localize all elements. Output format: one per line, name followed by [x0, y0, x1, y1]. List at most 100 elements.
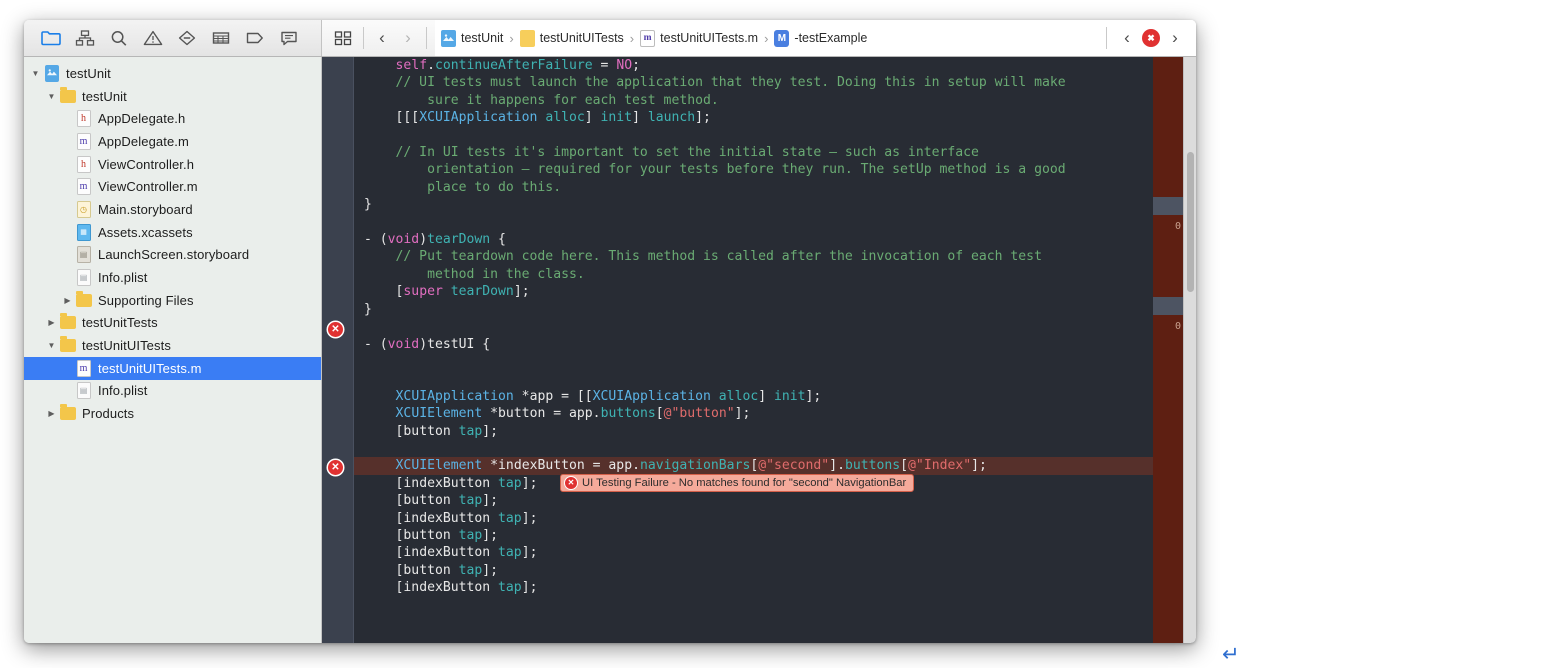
code-area[interactable]: self.continueAfterFailure = NO; // UI te…	[354, 57, 1153, 643]
previous-issue-button[interactable]: ‹	[1114, 25, 1140, 51]
breadcrumb-separator: ›	[764, 30, 769, 46]
editor-gutter[interactable]: ✕ ✕	[322, 57, 354, 643]
navigator-row[interactable]: h ViewController.h	[24, 153, 321, 176]
navigator-row[interactable]: ▤ Info.plist	[24, 380, 321, 403]
source-editor[interactable]: ✕ ✕ self.continueAfterFailure = NO; // U…	[322, 57, 1196, 643]
project-icon	[44, 64, 59, 82]
navigator-row[interactable]: ◷ Main.storyboard	[24, 198, 321, 221]
navigator-row-label: Info.plist	[98, 270, 148, 286]
debug-navigator-icon[interactable]	[204, 24, 238, 52]
launchscreen-icon: ▤	[76, 246, 91, 264]
plist-icon: ▤	[76, 382, 91, 400]
navigator-row-selected[interactable]: m testUnitUITests.m	[24, 356, 321, 380]
navigator-row[interactable]: ▼ testUnitUITests	[24, 334, 321, 357]
navigator-row[interactable]: ▼ testUnit	[24, 85, 321, 108]
navigator-row-label: Supporting Files	[98, 292, 194, 308]
navigator-row[interactable]: ▤ LaunchScreen.storyboard	[24, 244, 321, 267]
breadcrumb-item-method[interactable]: M -testExample	[772, 29, 869, 47]
navigator-row[interactable]: m AppDelegate.m	[24, 130, 321, 153]
change-bar-count: 0	[1174, 221, 1181, 232]
navigator-row[interactable]: ▶ Supporting Files	[24, 289, 321, 312]
source-code[interactable]: self.continueAfterFailure = NO; // UI te…	[354, 57, 1153, 643]
issue-navigator-icon[interactable]	[136, 24, 170, 52]
method-icon: M	[774, 29, 790, 47]
breakpoint-navigator-icon[interactable]	[238, 24, 272, 52]
breadcrumb-item-folder[interactable]: testUnitUITests	[518, 29, 626, 47]
asset-catalog-icon: ▦	[76, 223, 91, 241]
disclosure-triangle-icon[interactable]: ▼	[45, 341, 58, 350]
toolbar-divider	[363, 27, 364, 49]
inline-error-bubble[interactable]: ✕ UI Testing Failure - No matches found …	[560, 474, 915, 492]
change-bar-thumb[interactable]	[1153, 197, 1183, 215]
breadcrumb-label: testUnitUITests	[539, 31, 624, 45]
navigator-row[interactable]: ▼ testUnit	[24, 62, 321, 85]
navigator-row[interactable]: h AppDelegate.h	[24, 107, 321, 130]
project-navigator[interactable]: ▼ testUnit ▼ testUnit h AppDelegate.h m AppDele…	[24, 57, 322, 643]
test-navigator-icon[interactable]	[170, 24, 204, 52]
breadcrumb-separator: ›	[509, 30, 514, 46]
navigator-row[interactable]: ▶ testUnitTests	[24, 312, 321, 335]
navigator-row-label: ViewController.m	[98, 179, 198, 195]
disclosure-triangle-icon[interactable]: ▼	[45, 92, 58, 101]
window-body: ▼ testUnit ▼ testUnit h AppDelegate.h m AppDele…	[24, 57, 1196, 643]
navigator-row-label: Info.plist	[98, 383, 148, 399]
navigator-row-label: Assets.xcassets	[98, 224, 193, 240]
toolbar-divider-2	[426, 27, 427, 49]
navigate-back-button[interactable]: ‹	[369, 25, 395, 51]
navigate-forward-button[interactable]: ›	[395, 25, 421, 51]
navigator-row-label: ViewController.h	[98, 156, 195, 172]
navigator-row-label: AppDelegate.m	[98, 133, 189, 149]
navigator-row-label: testUnitUITests	[82, 338, 171, 354]
change-bar-thumb[interactable]	[1153, 297, 1183, 315]
navigator-toolbar	[24, 20, 322, 56]
navigator-row[interactable]: ▦ Assets.xcassets	[24, 221, 321, 244]
return-key-glyph: ↵	[1222, 643, 1240, 666]
navigator-row-label: AppDelegate.h	[98, 111, 186, 127]
next-issue-button[interactable]: ›	[1162, 25, 1188, 51]
change-bar[interactable]: 0 0	[1153, 57, 1183, 643]
issue-badge-label: ✖	[1147, 32, 1155, 43]
disclosure-triangle-icon[interactable]: ▶	[45, 318, 58, 327]
disclosure-triangle-icon[interactable]: ▶	[45, 409, 58, 418]
project-navigator-list: ▼ testUnit ▼ testUnit h AppDelegate.h m AppDele…	[24, 62, 321, 425]
navigator-row[interactable]: ▶ Products	[24, 402, 321, 425]
toolbar: ‹ › testUnit › testUnitUITests › m testU…	[24, 20, 1196, 57]
navigator-row-label: testUnit	[82, 88, 127, 104]
objc-header-icon: h	[76, 110, 91, 128]
project-navigator-icon[interactable]	[34, 24, 68, 52]
navigator-row[interactable]: m ViewController.m	[24, 175, 321, 198]
error-marker[interactable]: ✕	[328, 322, 343, 337]
error-marker[interactable]: ✕	[328, 460, 343, 475]
change-bar-count: 0	[1174, 321, 1181, 332]
disclosure-triangle-icon[interactable]: ▶	[61, 296, 74, 305]
breadcrumb-item-project[interactable]: testUnit	[439, 29, 505, 47]
issue-badge[interactable]: ✖	[1142, 29, 1160, 47]
storyboard-icon: ◷	[76, 200, 91, 218]
folder-icon	[519, 29, 535, 47]
issue-stepper: ‹ ✖ ›	[1101, 20, 1196, 56]
error-badge-icon: ✕	[565, 477, 577, 489]
breadcrumb: testUnit › testUnitUITests › m testUnitU…	[435, 20, 1196, 56]
folder-icon	[59, 313, 76, 330]
xcode-window: ‹ › testUnit › testUnitUITests › m testU…	[24, 20, 1196, 643]
breadcrumb-label: testUnitUITests.m	[660, 31, 759, 45]
folder-icon	[75, 290, 92, 307]
objc-header-icon: h	[76, 155, 91, 173]
breadcrumb-item-file[interactable]: m testUnitUITests.m	[638, 29, 760, 47]
report-navigator-icon[interactable]	[272, 24, 306, 52]
editor-scrollbar[interactable]	[1183, 57, 1196, 643]
issue-stepper-divider	[1106, 27, 1107, 49]
inline-error-text: UI Testing Failure - No matches found fo…	[582, 477, 907, 489]
project-icon	[441, 29, 456, 47]
navigator-row[interactable]: ▤ Info.plist	[24, 266, 321, 289]
plist-icon: ▤	[76, 269, 91, 287]
source-control-navigator-icon[interactable]	[68, 24, 102, 52]
breadcrumb-label: -testExample	[794, 31, 868, 45]
scrollbar-thumb[interactable]	[1187, 152, 1194, 292]
editor-toolbar: ‹ › testUnit › testUnitUITests › m testU…	[322, 20, 1196, 56]
related-items-icon[interactable]	[328, 30, 358, 46]
disclosure-triangle-icon[interactable]: ▼	[29, 69, 42, 78]
find-navigator-icon[interactable]	[102, 24, 136, 52]
breadcrumb-separator: ›	[629, 30, 635, 46]
folder-icon	[59, 86, 76, 103]
